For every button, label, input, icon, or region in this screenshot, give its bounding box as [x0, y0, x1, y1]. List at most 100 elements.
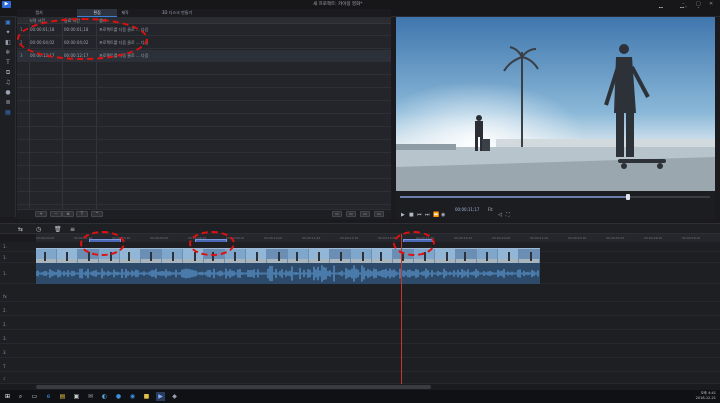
next-frame-icon[interactable]: ⏭	[425, 212, 430, 218]
ruler-tick-label: 00;00;10;00	[264, 236, 283, 240]
remove-chapter-button[interactable]: −	[50, 211, 62, 217]
start-icon[interactable]: ⊞	[3, 392, 12, 401]
clip-thumbnail	[267, 249, 287, 263]
ruler-tick-label: 00;00;23;10	[568, 236, 587, 240]
empty-row	[17, 76, 391, 88]
text-button[interactable]: T	[76, 211, 88, 217]
track-row: 3.	[0, 334, 720, 344]
task-view-icon[interactable]: ▭	[30, 392, 39, 401]
app-icon[interactable]: ◉	[128, 392, 137, 401]
pip-room-icon[interactable]: ◧	[4, 39, 12, 47]
file-explorer-icon[interactable]: ▤	[58, 392, 67, 401]
clip-thumbnail	[246, 249, 266, 263]
empty-row	[17, 141, 391, 153]
empty-row	[17, 89, 391, 101]
fit-timeline-icon[interactable]: ◷	[36, 226, 41, 233]
empty-row	[17, 180, 391, 192]
app-icon[interactable]: ◆	[170, 392, 179, 401]
playhead[interactable]	[401, 234, 402, 390]
search-icon[interactable]: ⌕	[16, 392, 25, 401]
empty-row	[17, 115, 391, 127]
volume-icon[interactable]: ◁	[498, 212, 502, 218]
timecode-display: 00;00;11;17	[455, 207, 480, 212]
store-icon[interactable]: ▣	[72, 392, 81, 401]
subtitle-room-icon[interactable]: ▤	[4, 109, 12, 117]
audio-mixing-icon[interactable]: ♫	[4, 79, 12, 87]
empty-row	[17, 193, 391, 205]
annotation-circle	[393, 231, 435, 256]
scroll-thumb[interactable]	[36, 385, 431, 389]
ruler-tick-label: 00;00;21;20	[530, 236, 549, 240]
powerdirector-taskbar-icon[interactable]: ▶	[156, 392, 165, 401]
settings-icon[interactable]: ▭	[374, 211, 384, 217]
prev-frame-icon[interactable]: ⏮	[417, 212, 422, 218]
audio-waveform	[36, 265, 539, 282]
voiceover-icon[interactable]: ●	[4, 89, 12, 97]
clip-thumbnail	[141, 249, 161, 263]
ruler-tick-label: 00;00;28;10	[682, 236, 701, 240]
track-row: ♪	[0, 374, 720, 384]
track-label: fx	[3, 294, 7, 299]
fit-selector[interactable]: Fit	[488, 207, 493, 212]
app-icon[interactable]: ◐	[100, 392, 109, 401]
annotation-circle	[17, 18, 148, 60]
seek-handle[interactable]	[626, 194, 630, 200]
zoom-icon[interactable]: ▭	[360, 211, 370, 217]
empty-row	[17, 167, 391, 179]
seekbar-progress	[400, 196, 628, 198]
ruler-tick-label: 00;00;00;00	[36, 236, 55, 240]
fast-forward-icon[interactable]: ⏩	[433, 212, 439, 218]
text-tool-icon[interactable]: ≡	[70, 226, 75, 233]
ruler-tick-label: 00;00;05;00	[150, 236, 169, 240]
auto-chapter-button[interactable]: ⊗	[62, 211, 74, 217]
ruler-tick-label: 00;00;25;00	[606, 236, 625, 240]
clip-thumbnail	[372, 249, 392, 263]
tab-produce[interactable]: 제작	[107, 9, 143, 17]
clip-thumbnail	[477, 249, 497, 263]
preview-frame	[396, 17, 715, 191]
app-icon[interactable]: ■	[142, 392, 151, 401]
empty-row	[17, 154, 391, 166]
track-label: 1.	[3, 271, 7, 276]
fullscreen-icon[interactable]: ⛶	[506, 212, 510, 218]
title-room-icon[interactable]: T	[4, 59, 12, 67]
ruler-tick-label: 00;00;20;00	[492, 236, 511, 240]
add-chapter-button[interactable]: +	[35, 211, 47, 217]
transition-room-icon[interactable]: ⧉	[4, 69, 12, 77]
track-label: 3.	[3, 336, 7, 341]
track-label: ♪	[3, 376, 6, 381]
mail-icon[interactable]: ✉	[86, 392, 95, 401]
play-icon[interactable]: ▶	[401, 212, 405, 218]
clip-thumbnail	[435, 249, 455, 263]
clip-thumbnail	[120, 249, 140, 263]
clip-thumbnail	[36, 249, 56, 263]
chapter-room-icon[interactable]: ≣	[4, 99, 12, 107]
move-up-button[interactable]: ^	[91, 211, 103, 217]
ruler-tick-label: 00;00;13;10	[340, 236, 359, 240]
windows-taskbar: ⊞ ⌕ ▭ e ▤ ▣ ✉ ◐ ● ◉ ■ ▶ ◆ 오후 4:41 2018-1…	[0, 390, 720, 403]
particle-room-icon[interactable]: ❄	[4, 49, 12, 57]
tab-create-disc[interactable]: 3D 디스크 만들기	[147, 9, 207, 17]
stop-icon[interactable]: ■	[409, 212, 414, 218]
trash-icon[interactable]: 🗑	[54, 226, 62, 233]
audio-clip[interactable]	[36, 263, 540, 284]
edge-icon[interactable]: e	[44, 392, 53, 401]
snapshot-icon[interactable]: ◉	[441, 212, 445, 218]
clip-thumbnail	[498, 249, 518, 263]
row-number: 3	[20, 53, 23, 58]
clip-thumbnail	[351, 249, 371, 263]
view-list-icon[interactable]: ▭	[346, 211, 356, 217]
tab-capture[interactable]: 캡처	[21, 9, 57, 17]
view-grid-icon[interactable]: ▭	[332, 211, 342, 217]
effects-room-icon[interactable]: ✦	[4, 29, 12, 37]
ruler-tick-label: 00;00;18;10	[454, 236, 473, 240]
close-icon[interactable]: ✕	[709, 1, 713, 7]
clip-thumbnail	[456, 249, 476, 263]
media-room-icon[interactable]: ▣	[4, 19, 12, 27]
track-row: 2.	[0, 320, 720, 330]
ruler-tick-label: 00;00;11;20	[302, 236, 321, 240]
preview-window[interactable]	[396, 17, 715, 191]
track-manager-icon[interactable]: ⇆	[18, 226, 23, 233]
clip-thumbnail	[330, 249, 350, 263]
app-icon[interactable]: ●	[114, 392, 123, 401]
